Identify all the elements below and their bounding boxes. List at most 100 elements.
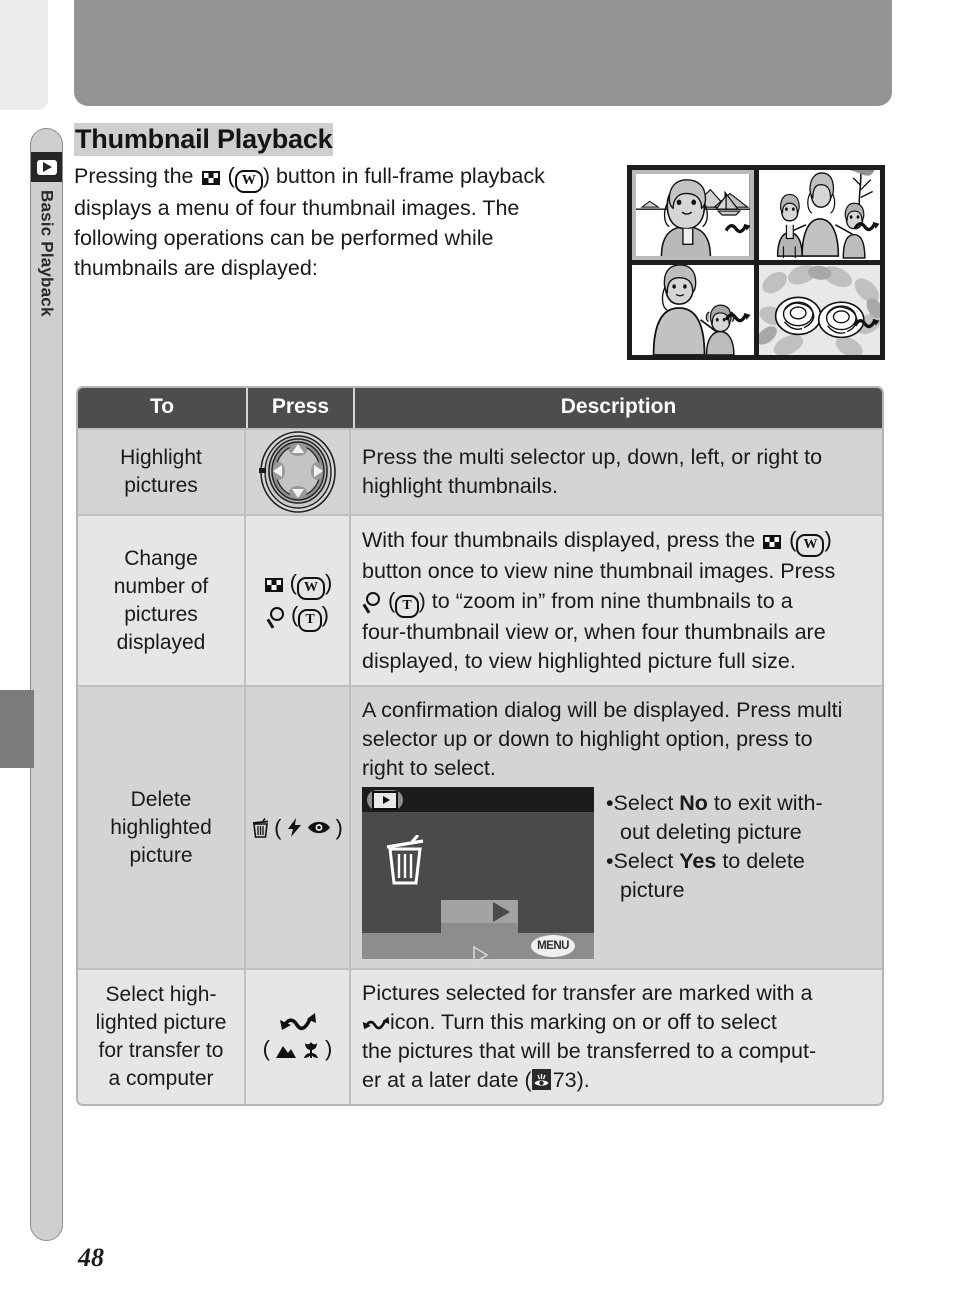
intro-paragraph: Pressing the (W) button in full-frame pl… (74, 161, 601, 283)
row-4-to-line-2: lighted picture (95, 1011, 227, 1034)
press-tele-line: (T) (266, 602, 329, 632)
press-mountain-macro-line: ( ) (262, 1036, 333, 1061)
thumbnail-icon (264, 577, 283, 592)
intro-line-3: following operations can be performed wh… (74, 226, 494, 250)
section-tab-label: Basic Playback (37, 190, 57, 317)
paren-group-t: (T) (291, 602, 329, 632)
row-2-desc-line-2: button once to view nine thumbnail image… (362, 559, 836, 583)
row-4-to-line-4: a computer (108, 1067, 214, 1090)
bullet-no-cont: out deleting picture (620, 820, 802, 844)
row-3-desc-paragraph: A confirmation dialog will be displayed.… (362, 696, 870, 783)
row-2-to-line-4: displayed (116, 630, 206, 654)
thumbnail-cell-1 (632, 170, 754, 260)
playback-icon (31, 152, 62, 182)
row-3-to: Delete highlighted picture (78, 685, 246, 968)
row-1-desc-line-2: highlight thumbnails. (362, 474, 559, 498)
t-button-glyph: T (395, 595, 419, 618)
row-3-description: A confirmation dialog will be displayed.… (351, 685, 882, 968)
row-2-desc-line-3: (T) to “zoom in” from nine thumbnails to… (362, 586, 870, 618)
table-row-change-number: Change number of pictures displayed (W) … (78, 514, 882, 685)
row-4-desc-line-1: Pictures selected for transfer are marke… (362, 981, 813, 1005)
row-3-desc-line-3: right to select. (362, 756, 496, 780)
row-3-desc-line-1: A confirmation dialog will be displayed.… (362, 698, 843, 722)
row-2-desc-line-4: four-thumbnail view or, when four thumbn… (362, 620, 826, 644)
page-title-text: Thumbnail Playback (74, 123, 334, 156)
row-3-to-line-2: highlighted (110, 815, 212, 839)
row-1-to: Highlight pictures (78, 428, 246, 514)
page-title: Thumbnail Playback (74, 123, 334, 156)
camera-reference-icon (531, 1069, 551, 1090)
row-4-desc-line-3: the pictures that will be transferred to… (362, 1039, 817, 1063)
trash-icon (252, 817, 269, 838)
tulip-icon (302, 1040, 320, 1059)
thumbnail-image-family (758, 170, 880, 260)
transfer-icon (279, 1012, 317, 1034)
row-3-desc-line-2: selector up or down to highlight option,… (362, 727, 813, 751)
column-header-to: To (78, 388, 248, 428)
w-button-glyph: W (234, 170, 263, 193)
row-4-description: Pictures selected for transfer are marke… (351, 968, 882, 1104)
row-1-press (246, 428, 351, 514)
operations-table: To Press Description Highlight pictures (76, 386, 884, 1106)
w-button-glyph: W (297, 576, 325, 600)
playback-icon (367, 790, 403, 810)
intro-line-2: displays a menu of four thumbnail images… (74, 196, 520, 220)
row-2-desc-line-5: displayed, to view highlighted picture f… (362, 649, 796, 673)
thumbnail-cell-2 (758, 170, 880, 260)
table-row-delete-picture: Delete highlighted picture ( ) A confirm… (78, 685, 882, 968)
paren-group-w: (W) (290, 570, 332, 600)
w-button-glyph: W (796, 534, 825, 557)
lcd-option-arrow-icon (493, 902, 510, 922)
column-header-press: Press (248, 388, 355, 428)
column-header-description: Description (560, 395, 677, 418)
transfer-icon (362, 1011, 390, 1030)
thumbnail-image-flowers (758, 265, 880, 355)
row-4-desc-line-2: icon. Turn this marking on or off to sel… (362, 1008, 870, 1037)
bullet-no: •Select No to exit with- (606, 791, 823, 815)
eye-icon (307, 820, 331, 835)
row-4-to-line-3: for transfer to (98, 1039, 224, 1062)
row-2-description: With four thumbnails displayed, press th… (351, 514, 882, 685)
thumbnail-image-lake (632, 170, 754, 260)
flash-icon (287, 818, 302, 837)
row-1-desc-line-1: Press the multi selector up, down, left,… (362, 445, 823, 469)
section-tab-label-wrap: Basic Playback (30, 190, 63, 360)
row-4-desc-line-4: er at a later date ( 73). (362, 1068, 590, 1092)
thumbnail-icon (201, 171, 220, 185)
row-3-bullet-list: •Select No to exit with- out deleting pi… (606, 783, 823, 905)
lcd-menu-badge[interactable]: MENU (531, 935, 575, 957)
magnifier-icon (266, 606, 286, 627)
row-2-to-line-2: number of (113, 574, 209, 598)
intro-line-4: thumbnails are displayed: (74, 256, 318, 280)
row-2-to-line-3: pictures (124, 602, 198, 626)
four-thumbnail-preview (627, 165, 885, 360)
magnifier-icon (362, 592, 382, 612)
row-1-to-line-2: pictures (124, 474, 198, 497)
lcd-delete-dialog: MENU (362, 787, 594, 965)
thumbnail-cell-3 (632, 265, 754, 355)
top-banner (74, 0, 892, 106)
section-edge-marker (0, 690, 34, 768)
row-3-dialog-block: MENU •Select No to exit with- out deleti… (362, 783, 823, 965)
bullet-yes-cont: picture (620, 878, 685, 902)
trash-icon (384, 834, 426, 885)
press-delete-line: ( ) (252, 815, 343, 841)
thumbnail-image-mother-daughter (632, 265, 754, 355)
thumbnail-cell-4 (758, 265, 880, 355)
table-row-transfer-marking: Select high- lighted picture for transfe… (78, 968, 882, 1104)
row-2-to: Change number of pictures displayed (78, 514, 246, 685)
row-3-to-line-1: Delete (130, 787, 192, 811)
row-3-press: ( ) (246, 685, 351, 968)
t-button-glyph: T (298, 608, 322, 632)
intro-line-1-tail: ) button in full-frame playback (262, 164, 545, 188)
page-number: 48 (78, 1243, 104, 1272)
paren-open: ( (227, 163, 235, 188)
row-4-press: ( ) (246, 968, 351, 1104)
row-4-to: Select high- lighted picture for transfe… (78, 968, 246, 1104)
row-4-to-line-1: Select high- (105, 983, 217, 1006)
lcd-bottom-arrow-icon (455, 937, 489, 965)
top-left-corner-block (0, 0, 48, 110)
thumbnail-icon (763, 535, 782, 549)
press-wide-line: (W) (263, 570, 332, 600)
row-1-description: Press the multi selector up, down, left,… (351, 428, 882, 514)
